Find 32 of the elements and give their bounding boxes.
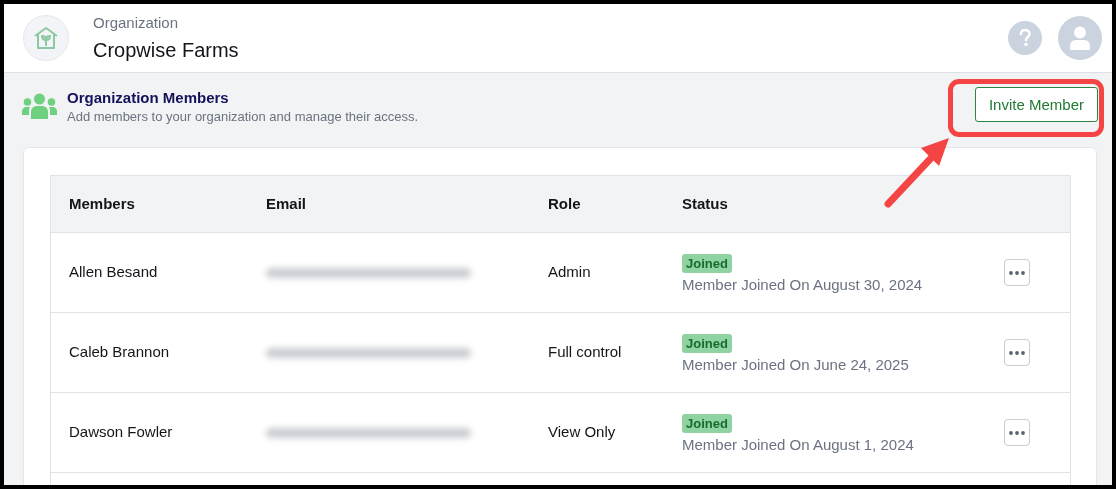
joined-date-text: Member Joined On August 30, 2024 [682,274,924,295]
more-icon [1009,270,1025,275]
joined-date-text: Member Joined On June 24, 2025 [682,354,910,375]
more-options-button[interactable] [1004,419,1030,446]
member-name: Allen Besand [68,262,159,283]
role-text: Admin [547,262,592,283]
user-icon [1069,26,1091,50]
column-header: Email [265,193,308,214]
member-name: Dawson Fowler [68,422,174,443]
column-header: Members [68,193,136,214]
more-icon [1009,350,1025,355]
section-title: Organization Members [67,89,230,107]
column-header: Status [681,193,729,214]
role-text: Full control [547,342,623,363]
joined-date-text: Member Joined On August 1, 2024 [682,434,915,455]
more-options-button[interactable] [1004,259,1030,286]
greenhouse-icon [33,26,59,50]
help-icon [1019,29,1031,47]
status-tag: Joined [682,253,732,273]
more-options-button[interactable] [1004,339,1030,366]
section-subtitle: Add members to your organization and manage their access. [67,109,419,125]
people-icon [22,93,57,119]
org-name: Cropwise Farms [93,38,239,62]
annotation-arrow [884,138,949,208]
column-header: Role [547,193,582,214]
status-tag: Joined [682,333,732,353]
more-icon [1009,430,1025,435]
status-tag: Joined [682,413,732,433]
member-name: Caleb Brannon [68,342,171,363]
org-label: Organization [93,14,180,32]
role-text: View Only [547,422,617,443]
invite-member-button[interactable]: Invite Member [974,87,1098,122]
